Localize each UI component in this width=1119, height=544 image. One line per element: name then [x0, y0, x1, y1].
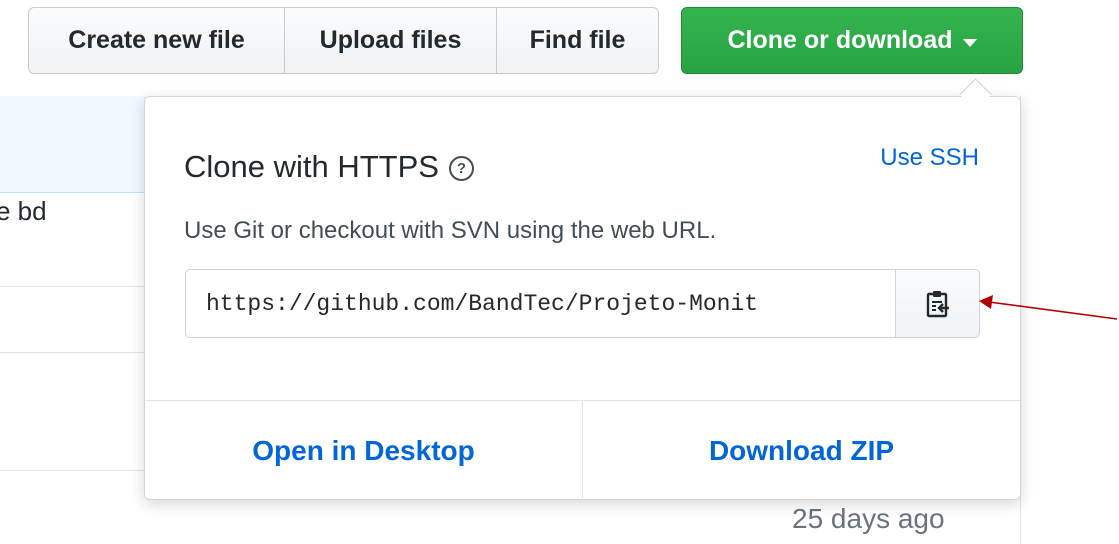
find-file-button[interactable]: Find file	[497, 7, 659, 74]
clone-description: Use Git or checkout with SVN using the w…	[184, 217, 717, 244]
red-arrow-annotation	[979, 295, 1118, 320]
clone-or-download-button[interactable]: Clone or download	[681, 7, 1023, 74]
commit-timestamp: 25 days ago	[792, 503, 945, 534]
page: e bd 25 days ago Create new file Upload …	[0, 0, 1119, 544]
clone-title: Clone with HTTPS ?	[184, 149, 474, 185]
row-divider	[0, 286, 146, 287]
question-icon[interactable]: ?	[448, 156, 474, 181]
row-divider	[0, 470, 146, 471]
copy-to-clipboard-button[interactable]	[895, 269, 980, 338]
file-row-commit-fragment: e bd	[0, 196, 47, 226]
use-ssh-link[interactable]: Use SSH	[880, 144, 979, 172]
upload-files-button[interactable]: Upload files	[285, 7, 497, 74]
download-zip-button[interactable]: Download ZIP	[583, 401, 1020, 501]
clone-or-download-label: Clone or download	[727, 26, 953, 54]
open-in-desktop-button[interactable]: Open in Desktop	[145, 401, 583, 501]
file-list-header	[0, 96, 146, 193]
clone-footer: Open in Desktop Download ZIP	[145, 400, 1020, 501]
row-divider	[0, 352, 146, 353]
file-list-background	[0, 96, 146, 544]
file-actions-group: Create new file Upload files Find file	[28, 7, 659, 74]
create-new-file-button[interactable]: Create new file	[28, 7, 285, 74]
clone-url-input[interactable]	[185, 269, 895, 338]
clone-url-group	[185, 269, 980, 338]
clipboard-icon	[926, 290, 949, 317]
caret-down-icon	[962, 38, 977, 47]
clone-title-text: Clone with HTTPS	[184, 149, 439, 184]
clone-dropdown: Clone with HTTPS ? Use SSH Use Git or ch…	[144, 96, 1021, 501]
